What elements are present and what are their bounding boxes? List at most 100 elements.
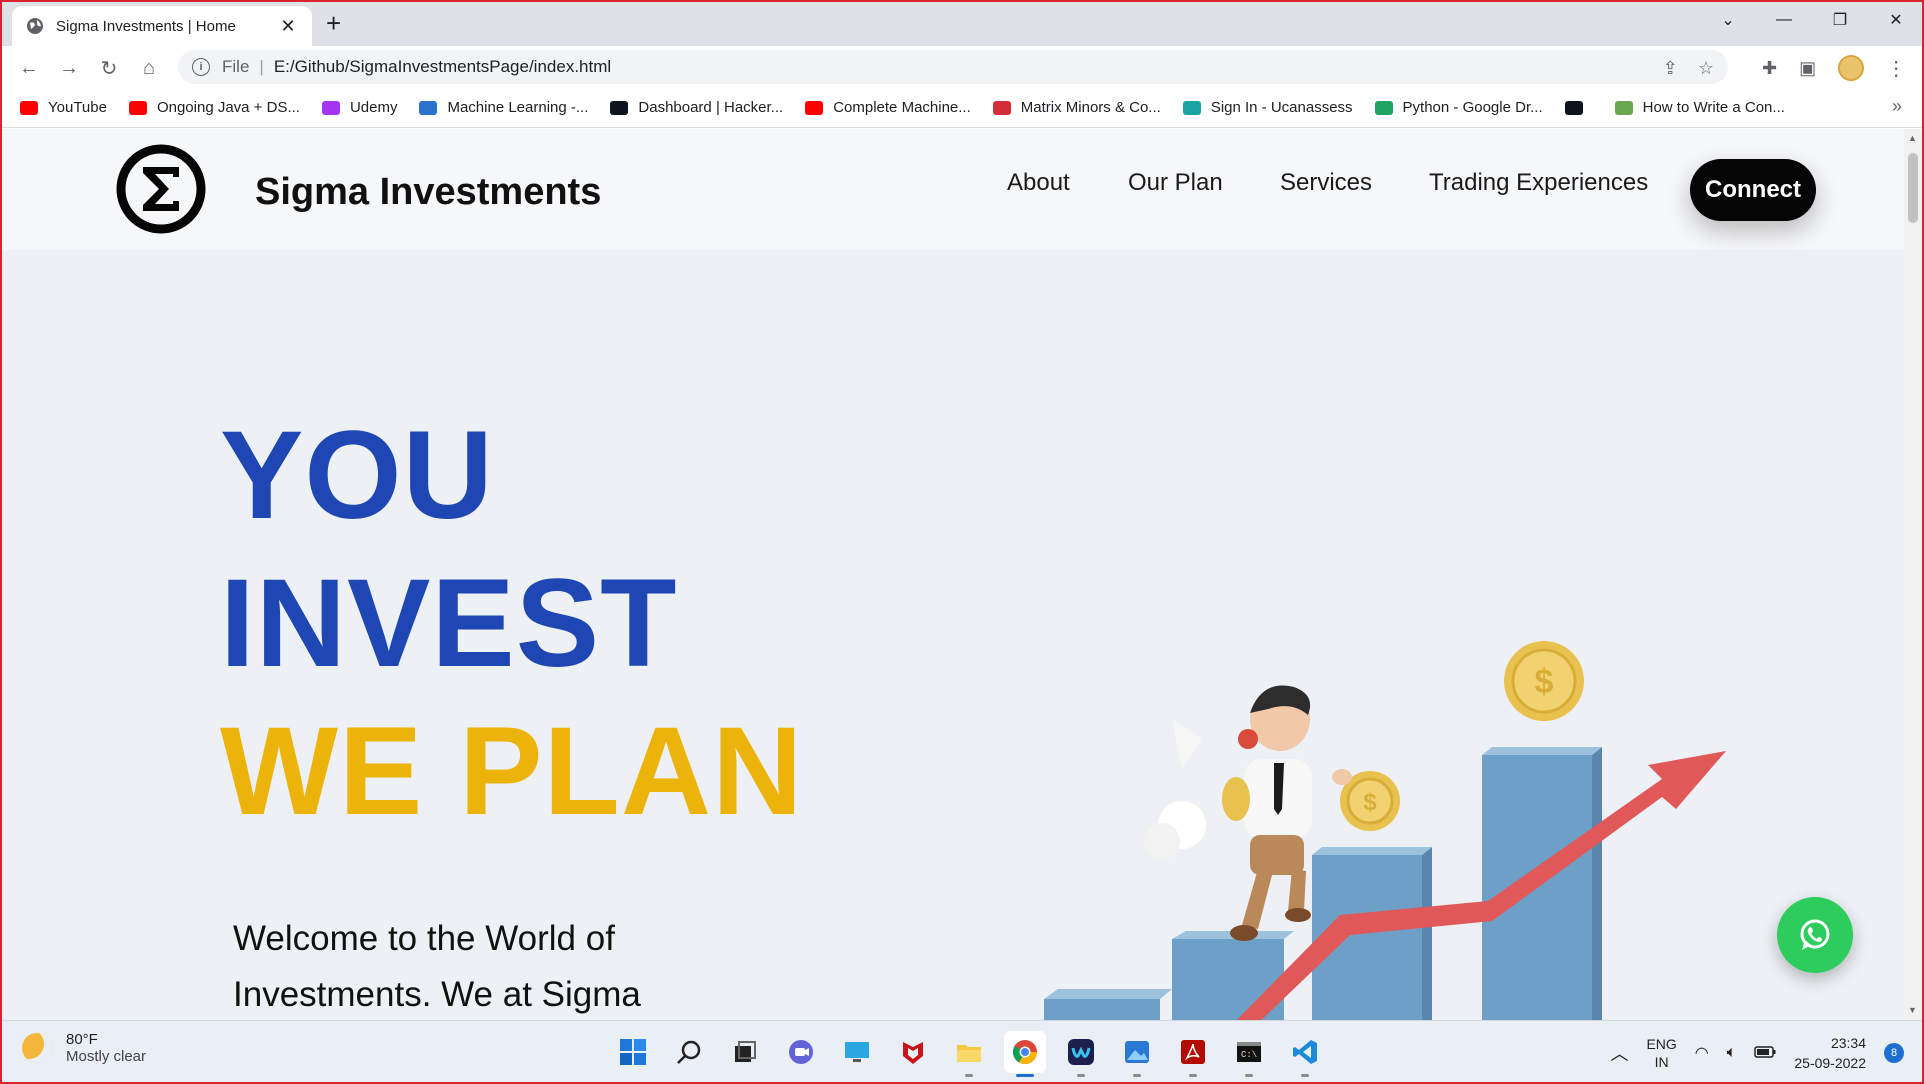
new-tab-button[interactable]: +	[326, 10, 341, 36]
reload-icon[interactable]: ↻	[96, 55, 122, 81]
close-window-icon[interactable]: ✕	[1868, 0, 1924, 40]
bookmark-label: YouTube	[48, 99, 107, 116]
system-tray: ︿ ENG IN ◠ 🔈︎ 23:34 25-09-2022 8	[1610, 1033, 1904, 1073]
desktop-icon[interactable]	[836, 1031, 878, 1073]
bookmark-label: Matrix Minors & Co...	[1020, 99, 1161, 116]
whatsapp-button[interactable]	[1777, 897, 1853, 973]
svg-text:$: $	[1363, 789, 1377, 816]
nav-trading-experiences[interactable]: Trading Experiences	[1429, 169, 1648, 197]
nav-services[interactable]: Services	[1280, 169, 1372, 197]
sigma-logo-icon[interactable]	[115, 143, 207, 235]
moon-icon	[22, 1033, 52, 1063]
bookmark-item[interactable]: How to Write a Con...	[1614, 99, 1785, 116]
window-controls: ⌄ — ❐ ✕	[1700, 0, 1924, 40]
profile-avatar[interactable]	[1838, 55, 1865, 81]
tab-search-icon[interactable]: ⌄	[1700, 0, 1756, 40]
scroll-up-icon[interactable]: ▲	[1908, 133, 1917, 143]
address-scheme: File	[222, 57, 250, 76]
chrome-icon[interactable]	[1004, 1031, 1046, 1077]
scroll-thumb[interactable]	[1908, 153, 1918, 223]
start-icon[interactable]	[612, 1031, 654, 1073]
nav-about[interactable]: About	[1007, 169, 1070, 197]
extensions-icon[interactable]: ✚	[1762, 58, 1777, 79]
nav-our-plan[interactable]: Our Plan	[1128, 169, 1223, 197]
wifi-icon[interactable]: ◠	[1695, 1043, 1709, 1063]
ucanassess-icon	[1182, 100, 1201, 115]
wh-icon	[1614, 100, 1633, 115]
vscode-icon[interactable]	[1284, 1031, 1326, 1077]
bookmark-label: Dashboard | Hacker...	[638, 99, 784, 116]
chat-icon[interactable]	[780, 1031, 822, 1073]
minimize-icon[interactable]: —	[1756, 0, 1812, 40]
hero-line-we-plan: WE PLAN	[220, 702, 804, 841]
bookmark-item[interactable]: Complete Machine...	[805, 99, 971, 116]
bookmark-item[interactable]: Ongoing Java + DS...	[128, 99, 300, 116]
webex-icon[interactable]	[1060, 1031, 1102, 1077]
battery-icon[interactable]	[1754, 1045, 1776, 1061]
back-icon[interactable]: ←	[16, 55, 42, 81]
photos-icon[interactable]	[1116, 1031, 1158, 1077]
bookmark-item[interactable]: YouTube	[20, 99, 107, 116]
bookmarks-bar: YouTube Ongoing Java + DS... Udemy Machine …	[0, 88, 1924, 128]
brand-name[interactable]: Sigma Investments	[255, 171, 601, 214]
bookmark-label: Python - Google Dr...	[1402, 99, 1543, 116]
bookmark-item[interactable]: Dashboard | Hacker...	[610, 99, 783, 116]
address-separator: |	[259, 57, 264, 76]
coursera-icon	[419, 100, 438, 115]
forward-icon[interactable]: →	[56, 55, 82, 81]
task-view-icon[interactable]	[724, 1031, 766, 1073]
language-indicator[interactable]: ENG IN	[1646, 1035, 1676, 1071]
menu-icon[interactable]: ⋮	[1886, 56, 1906, 81]
windows-taskbar: 80°F Mostly clear C:\ ︿ ENG IN ◠ 🔈︎ 23:3…	[0, 1020, 1924, 1084]
bookmark-item[interactable]: Python - Google Dr...	[1374, 99, 1543, 116]
tab-title: Sigma Investments | Home	[56, 17, 236, 35]
file-explorer-icon[interactable]	[948, 1031, 990, 1077]
tray-overflow-icon[interactable]: ︿	[1610, 1040, 1628, 1066]
notification-badge[interactable]: 8	[1884, 1043, 1904, 1063]
youtube-icon	[805, 100, 824, 115]
tab-close-icon[interactable]: ✕	[278, 16, 298, 37]
restore-icon[interactable]: ❐	[1812, 0, 1868, 40]
bookmark-item[interactable]: Sign In - Ucanassess	[1182, 99, 1353, 116]
bookmark-item[interactable]	[1564, 100, 1593, 115]
svg-text:C:\: C:\	[1241, 1050, 1257, 1060]
whatsapp-icon	[1800, 919, 1830, 950]
terminal-icon[interactable]: C:\	[1228, 1031, 1270, 1077]
connect-button[interactable]: Connect	[1690, 159, 1816, 221]
scroll-down-icon[interactable]: ▼	[1908, 1005, 1917, 1015]
clock-time: 23:34	[1830, 1035, 1866, 1051]
lang-line1: ENG	[1646, 1036, 1677, 1052]
clock[interactable]: 23:34 25-09-2022	[1794, 1033, 1866, 1073]
bookmark-label: Udemy	[349, 99, 398, 116]
side-panel-icon[interactable]: ▣	[1799, 58, 1816, 79]
bookmark-star-icon[interactable]: ☆	[1698, 58, 1714, 79]
browser-tab[interactable]: Sigma Investments | Home ✕	[12, 6, 312, 46]
omnibox-actions: ⇪ ☆	[1663, 58, 1714, 79]
site-info-icon[interactable]: i	[192, 58, 210, 76]
address-bar[interactable]: i File | E:/Github/SigmaInvestmentsPage/…	[178, 50, 1728, 84]
mcafee-icon[interactable]	[892, 1031, 934, 1073]
bookmark-label: Complete Machine...	[833, 99, 971, 116]
browser-toolbar: ← → ↻ ⌂ i File | E:/Github/SigmaInvestme…	[0, 46, 1924, 88]
home-icon[interactable]: ⌂	[136, 55, 162, 81]
page-scrollbar[interactable]: ▲ ▼	[1904, 129, 1922, 1020]
bookmark-item[interactable]: Udemy	[321, 99, 398, 116]
weather-condition: Mostly clear	[66, 1048, 147, 1065]
growth-chart-illustration: $ $	[1044, 641, 1726, 1020]
share-icon[interactable]: ⇪	[1663, 58, 1678, 79]
browser-tabstrip: Sigma Investments | Home ✕ + ⌄ — ❐ ✕	[0, 0, 1924, 46]
svg-text:$: $	[1535, 663, 1554, 701]
hackerrank-icon	[610, 100, 629, 115]
volume-icon[interactable]: 🔈︎	[1727, 1044, 1737, 1062]
search-icon[interactable]	[668, 1031, 710, 1073]
globe-icon	[27, 18, 43, 34]
address-url[interactable]: E:/Github/SigmaInvestmentsPage/index.htm…	[274, 57, 611, 77]
bookmark-label: How to Write a Con...	[1642, 99, 1785, 116]
bookmark-item[interactable]: Machine Learning -...	[419, 99, 588, 116]
welcome-text: Welcome to the World of Investments. We …	[233, 919, 641, 1014]
weather-widget[interactable]: 80°F Mostly clear	[22, 1031, 146, 1065]
bookmark-item[interactable]: Matrix Minors & Co...	[992, 99, 1161, 116]
bookmarks-overflow-icon[interactable]: »	[1892, 96, 1902, 117]
acrobat-icon[interactable]	[1172, 1031, 1214, 1077]
site-header: Sigma Investments About Our Plan Service…	[2, 129, 1904, 250]
